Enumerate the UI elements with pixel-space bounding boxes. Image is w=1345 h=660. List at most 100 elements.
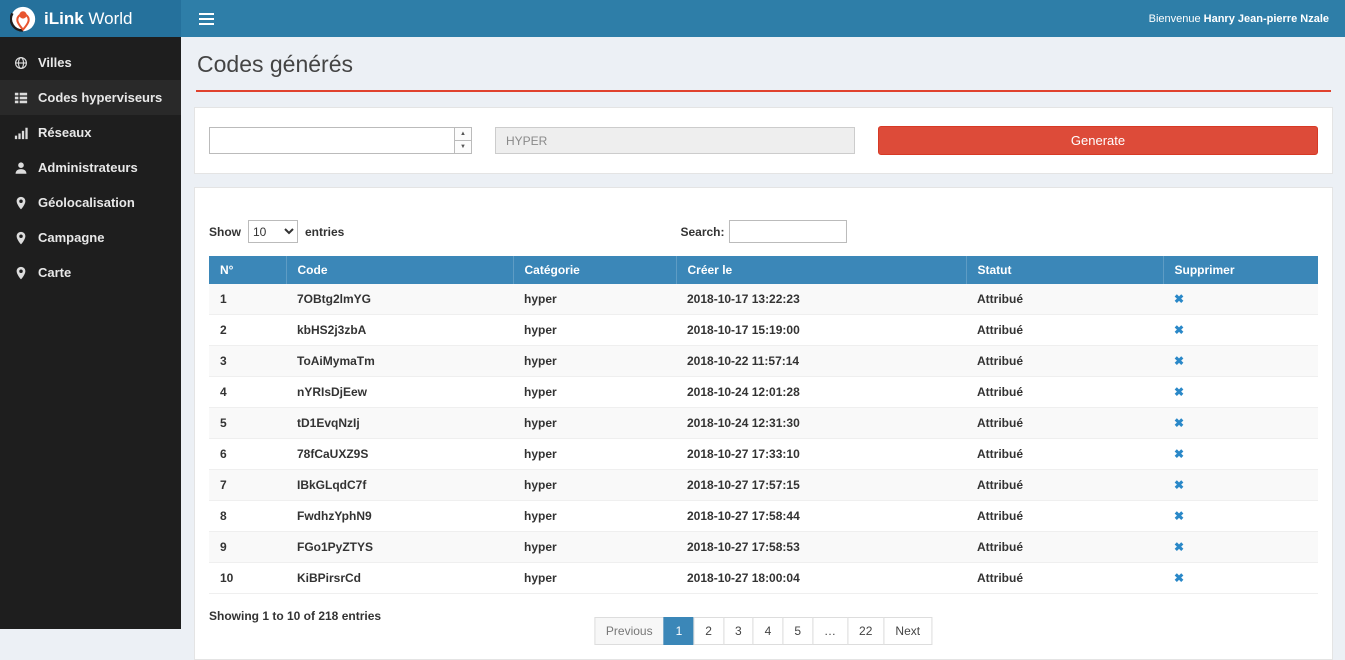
pagination-page-4[interactable]: 4 — [753, 617, 784, 645]
category-cell: hyper — [513, 377, 676, 408]
topbar: Bienvenue Hanry Jean-pierre Nzale — [181, 0, 1345, 37]
quantity-input[interactable] — [210, 128, 454, 153]
main-area: Bienvenue Hanry Jean-pierre Nzale Codes … — [181, 0, 1345, 629]
globe-icon — [14, 56, 28, 70]
delete-icon[interactable]: ✖ — [1174, 416, 1184, 430]
status-cell: Attribué — [966, 346, 1163, 377]
row-number-cell: 5 — [209, 408, 286, 439]
generate-button[interactable]: Generate — [878, 126, 1318, 155]
pagination-page-5[interactable]: 5 — [782, 617, 813, 645]
code-cell: FwdhzYphN9 — [286, 501, 513, 532]
show-label: Show — [209, 225, 241, 239]
column-header-delete[interactable]: Supprimer — [1163, 256, 1318, 284]
pagination-page-3[interactable]: 3 — [723, 617, 754, 645]
column-header-created[interactable]: Créer le — [676, 256, 966, 284]
menu-toggle-button[interactable] — [197, 9, 216, 29]
signal-icon — [14, 126, 28, 140]
delete-cell: ✖ — [1163, 346, 1318, 377]
pagination-page-2[interactable]: 2 — [693, 617, 724, 645]
pagination-page-22[interactable]: 22 — [847, 617, 884, 645]
table-row: 2kbHS2j3zbAhyper2018-10-17 15:19:00Attri… — [209, 315, 1318, 346]
status-cell: Attribué — [966, 315, 1163, 346]
brand-title-rest: World — [84, 9, 133, 28]
map-marker-icon — [14, 231, 28, 245]
table-row: 10KiBPirsrCdhyper2018-10-27 18:00:04Attr… — [209, 563, 1318, 594]
sidebar-item-label: Codes hyperviseurs — [38, 90, 162, 105]
sidebar-item-villes[interactable]: Villes — [0, 45, 181, 80]
created-cell: 2018-10-27 17:58:44 — [676, 501, 966, 532]
delete-icon[interactable]: ✖ — [1174, 447, 1184, 461]
pagination-page-1[interactable]: 1 — [664, 617, 695, 645]
stepper-up-button[interactable]: ▲ — [455, 128, 471, 141]
sidebar-item-campagne[interactable]: Campagne — [0, 220, 181, 255]
brand-title-bold: iLink — [44, 9, 84, 28]
sidebar-item-label: Réseaux — [38, 125, 91, 140]
status-cell: Attribué — [966, 439, 1163, 470]
column-header-num[interactable]: N° — [209, 256, 286, 284]
delete-icon[interactable]: ✖ — [1174, 385, 1184, 399]
delete-icon[interactable]: ✖ — [1174, 478, 1184, 492]
code-cell: kbHS2j3zbA — [286, 315, 513, 346]
delete-cell: ✖ — [1163, 284, 1318, 315]
page-size-select[interactable]: 10 — [248, 220, 298, 243]
row-number-cell: 8 — [209, 501, 286, 532]
delete-cell: ✖ — [1163, 563, 1318, 594]
sidebar-item-geolocalisation[interactable]: Géolocalisation — [0, 185, 181, 220]
stepper-down-button[interactable]: ▼ — [455, 141, 471, 153]
search-input[interactable] — [729, 220, 847, 243]
table-row: 8FwdhzYphN9hyper2018-10-27 17:58:44Attri… — [209, 501, 1318, 532]
sidebar-nav: Villes Codes hyperviseurs Réseaux Admini… — [0, 37, 181, 290]
delete-icon[interactable]: ✖ — [1174, 323, 1184, 337]
pagination-next[interactable]: Next — [883, 617, 932, 645]
code-cell: 78fCaUXZ9S — [286, 439, 513, 470]
code-cell: IBkGLqdC7f — [286, 470, 513, 501]
entries-label: entries — [305, 225, 344, 239]
sidebar-item-administrateurs[interactable]: Administrateurs — [0, 150, 181, 185]
created-cell: 2018-10-27 17:58:53 — [676, 532, 966, 563]
welcome-username: Hanry Jean-pierre Nzale — [1204, 13, 1329, 25]
delete-icon[interactable]: ✖ — [1174, 571, 1184, 585]
show-entries-control: Show 10 entries — [209, 220, 344, 243]
app-window: iLink World Villes Codes hyperviseurs Ré… — [0, 0, 1345, 629]
row-number-cell: 6 — [209, 439, 286, 470]
quantity-stepper: ▲ ▼ — [209, 127, 472, 154]
status-cell: Attribué — [966, 563, 1163, 594]
column-header-category[interactable]: Catégorie — [513, 256, 676, 284]
status-cell: Attribué — [966, 377, 1163, 408]
category-cell: hyper — [513, 563, 676, 594]
table-row: 7IBkGLqdC7fhyper2018-10-27 17:57:15Attri… — [209, 470, 1318, 501]
delete-icon[interactable]: ✖ — [1174, 540, 1184, 554]
sidebar: iLink World Villes Codes hyperviseurs Ré… — [0, 0, 181, 629]
column-header-code[interactable]: Code — [286, 256, 513, 284]
row-number-cell: 1 — [209, 284, 286, 315]
created-cell: 2018-10-17 13:22:23 — [676, 284, 966, 315]
delete-cell: ✖ — [1163, 377, 1318, 408]
stepper-buttons: ▲ ▼ — [454, 128, 471, 153]
created-cell: 2018-10-27 17:57:15 — [676, 470, 966, 501]
sidebar-item-carte[interactable]: Carte — [0, 255, 181, 290]
status-cell: Attribué — [966, 284, 1163, 315]
delete-icon[interactable]: ✖ — [1174, 292, 1184, 306]
user-icon — [14, 161, 28, 175]
map-marker-icon — [14, 266, 28, 280]
status-cell: Attribué — [966, 470, 1163, 501]
welcome-prefix: Bienvenue — [1149, 13, 1204, 25]
delete-cell: ✖ — [1163, 470, 1318, 501]
status-cell: Attribué — [966, 532, 1163, 563]
category-cell: hyper — [513, 439, 676, 470]
row-number-cell: 10 — [209, 563, 286, 594]
row-number-cell: 7 — [209, 470, 286, 501]
code-cell: KiBPirsrCd — [286, 563, 513, 594]
pagination-previous[interactable]: Previous — [594, 617, 665, 645]
sidebar-item-codes-hyperviseurs[interactable]: Codes hyperviseurs — [0, 80, 181, 115]
category-cell: hyper — [513, 408, 676, 439]
delete-cell: ✖ — [1163, 532, 1318, 563]
brand: iLink World — [0, 0, 181, 37]
delete-icon[interactable]: ✖ — [1174, 509, 1184, 523]
delete-icon[interactable]: ✖ — [1174, 354, 1184, 368]
column-header-status[interactable]: Statut — [966, 256, 1163, 284]
sidebar-item-reseaux[interactable]: Réseaux — [0, 115, 181, 150]
page-title: Codes générés — [197, 51, 1333, 78]
brand-title: iLink World — [44, 9, 132, 29]
table-row: 4nYRIsDjEewhyper2018-10-24 12:01:28Attri… — [209, 377, 1318, 408]
